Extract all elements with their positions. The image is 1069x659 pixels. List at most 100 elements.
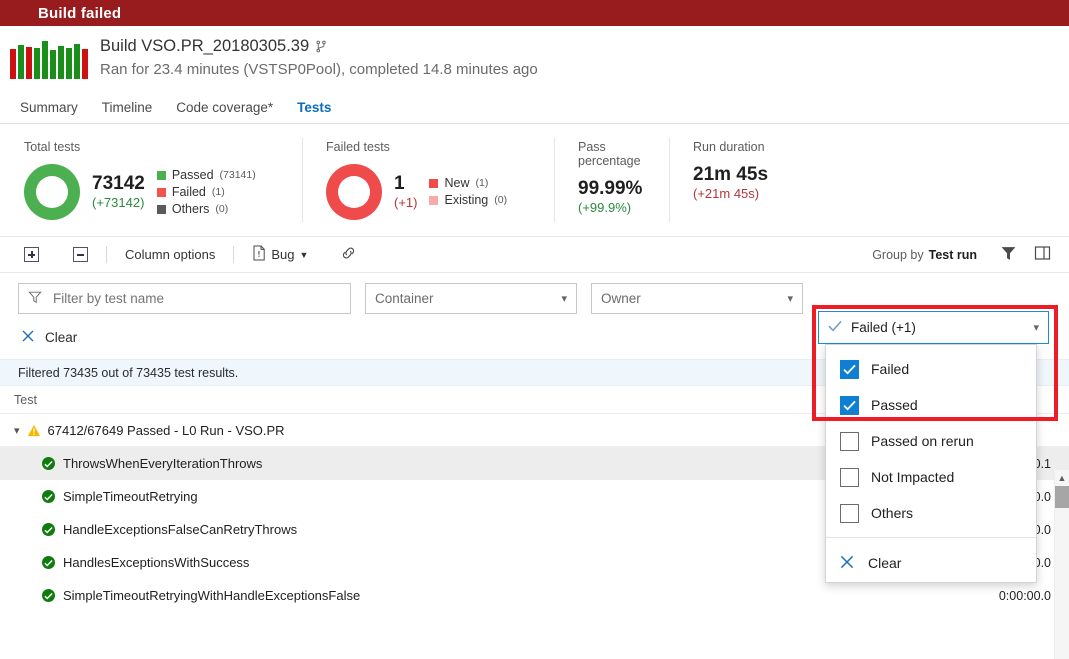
banner-text: Build failed <box>38 4 122 22</box>
build-history-bar[interactable] <box>42 41 48 79</box>
build-history-bar[interactable] <box>66 48 72 79</box>
column-options-button[interactable]: Column options <box>119 243 221 266</box>
card-pass-percentage: Pass percentage 99.99% (+99.9%) <box>554 124 669 236</box>
build-history-bar[interactable] <box>10 49 16 79</box>
build-tabs: Summary Timeline Code coverage* Tests <box>0 91 1069 124</box>
filter-toggle-button[interactable] <box>991 238 1025 272</box>
check-icon <box>828 320 842 335</box>
close-x-icon <box>20 328 36 347</box>
chevron-down-icon[interactable]: ▾ <box>1033 321 1039 334</box>
results-scrollbar[interactable]: ▲ <box>1054 470 1069 659</box>
legend-item: Failed (1) <box>156 184 256 201</box>
legend-item: New (1) <box>429 175 507 192</box>
side-panel-button[interactable] <box>1025 238 1059 272</box>
outcome-option-failed[interactable]: Failed <box>826 351 1036 387</box>
column-header-test[interactable]: Test <box>14 393 839 407</box>
failed-tests-donut <box>326 164 382 220</box>
failed-tests-delta: (+1) <box>394 194 418 210</box>
tab-tests[interactable]: Tests <box>297 91 331 124</box>
outcome-option-passed-on-rerun[interactable]: Passed on rerun <box>826 423 1036 459</box>
passed-check-icon <box>42 589 55 602</box>
legend-label: Existing <box>444 193 489 207</box>
checkbox[interactable] <box>840 395 859 415</box>
chevron-down-icon[interactable]: ▾ <box>14 424 20 437</box>
warning-triangle-icon <box>27 424 41 437</box>
test-name: SimpleTimeoutRetryingWithHandleException… <box>63 588 361 603</box>
checkbox[interactable] <box>840 359 859 379</box>
table-row[interactable]: SimpleTimeoutRetryingWithHandleException… <box>0 579 1069 612</box>
run-duration-delta: (+21m 45s) <box>693 186 760 201</box>
total-tests-delta: (+73142) <box>92 194 145 210</box>
tab-summary[interactable]: Summary <box>20 91 78 124</box>
test-name-filter[interactable] <box>18 283 351 314</box>
test-name: HandleExceptionsFalseCanRetryThrows <box>63 522 298 537</box>
build-history-bar[interactable] <box>18 45 24 79</box>
owner-filter[interactable]: Owner ▾ <box>591 283 803 314</box>
chevron-down-icon: ▼ <box>299 249 309 260</box>
outcome-option-label: Failed <box>871 361 910 377</box>
funnel-icon <box>28 290 42 307</box>
outcome-filter-field[interactable]: Failed (+1) ▾ <box>818 311 1049 344</box>
tab-code-coverage[interactable]: Code coverage* <box>176 91 273 124</box>
column-options-label: Column options <box>125 247 216 262</box>
bug-button[interactable]: Bug ▼ <box>246 241 314 268</box>
legend-swatch-icon <box>156 187 166 197</box>
link-button[interactable] <box>334 241 363 268</box>
build-history-bar[interactable] <box>58 46 64 79</box>
expand-all-button[interactable] <box>18 243 45 266</box>
passed-check-icon <box>42 490 55 503</box>
legend-count: (73141) <box>219 168 256 181</box>
total-tests-value: 73142 <box>92 172 145 194</box>
collapse-all-icon <box>73 247 88 262</box>
filtered-results-text: Filtered 73435 out of 73435 test results… <box>18 365 239 380</box>
legend-count: (1) <box>211 185 225 198</box>
group-by-label: Group by <box>872 247 924 262</box>
legend-label: Others <box>171 201 210 216</box>
clear-filters-label: Clear <box>45 330 78 345</box>
legend-item: Existing (0) <box>429 192 507 209</box>
pass-percentage-delta: (+99.9%) <box>578 200 632 215</box>
failed-tests-legend: New (1) Existing (0) <box>429 175 507 209</box>
outcome-option-not-impacted[interactable]: Not Impacted <box>826 459 1036 495</box>
build-history-bar[interactable] <box>74 44 80 79</box>
tab-timeline[interactable]: Timeline <box>102 91 153 124</box>
outcome-clear-button[interactable]: Clear <box>826 544 1036 582</box>
branch-icon <box>315 39 328 54</box>
legend-count: (0) <box>494 194 508 206</box>
build-history-sparkline[interactable] <box>10 35 88 79</box>
collapse-all-button[interactable] <box>67 243 94 266</box>
container-filter-label: Container <box>375 291 434 306</box>
search-input[interactable] <box>51 290 321 307</box>
test-run-group-label: 67412/67649 Passed - L0 Run - VSO.PR <box>47 422 285 438</box>
link-icon <box>340 245 357 264</box>
build-history-bar[interactable] <box>26 47 32 79</box>
chevron-up-icon[interactable]: ▲ <box>1055 470 1069 485</box>
group-by-value[interactable]: Test run <box>929 248 977 262</box>
legend-swatch-icon <box>429 196 439 205</box>
outcome-option-passed[interactable]: Passed <box>826 387 1036 423</box>
outcome-option-label: Passed on rerun <box>871 433 974 449</box>
total-tests-donut <box>24 164 80 220</box>
build-history-bar[interactable] <box>82 49 88 79</box>
checkbox[interactable] <box>840 467 859 487</box>
legend-count: (0) <box>215 202 229 215</box>
checkbox[interactable] <box>840 503 859 523</box>
build-history-bar[interactable] <box>34 48 40 79</box>
expand-all-icon <box>24 247 39 262</box>
build-meta: Build VSO.PR_20180305.39 Ran for 23.4 mi… <box>100 35 538 81</box>
outcome-option-others[interactable]: Others <box>826 495 1036 531</box>
side-panel-icon <box>1034 245 1051 264</box>
build-history-bar[interactable] <box>50 50 56 79</box>
build-title[interactable]: Build VSO.PR_20180305.39 <box>100 36 538 57</box>
toolbar-divider-2 <box>233 246 235 263</box>
outcome-options-list: Failed Passed Passed on rerun Not Impacted O… <box>826 351 1036 531</box>
legend-item: Others (0) <box>156 201 256 218</box>
build-title-text: Build VSO.PR_20180305.39 <box>100 37 310 55</box>
container-filter[interactable]: Container ▾ <box>365 283 577 314</box>
test-name: SimpleTimeoutRetrying <box>63 489 198 504</box>
outcome-clear-label: Clear <box>868 555 902 571</box>
checkbox[interactable] <box>840 431 859 451</box>
scrollbar-thumb[interactable] <box>1055 486 1069 508</box>
test-results-page: Build failed Build VSO.PR_20180305.39 Ra… <box>0 0 1069 659</box>
passed-check-icon <box>42 457 55 470</box>
